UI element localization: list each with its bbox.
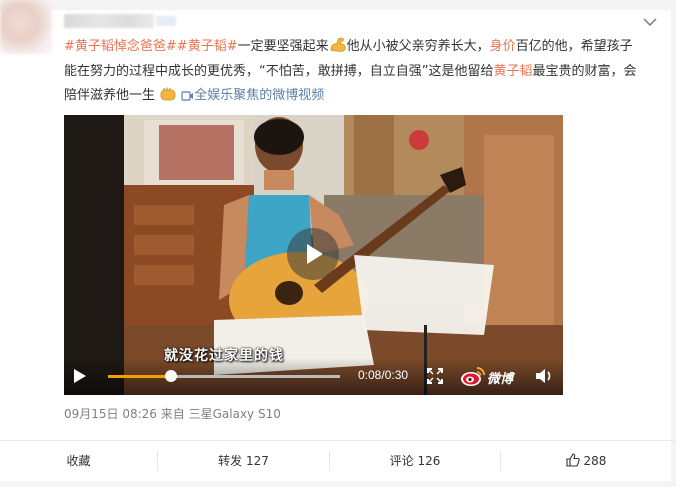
repost-button[interactable]: 转发 127 (158, 441, 329, 481)
play-icon[interactable] (74, 369, 86, 383)
video-player[interactable] (64, 115, 563, 395)
hashtag-link[interactable]: #黄子韬悼念爸爸# (64, 39, 177, 54)
bottom-divider (0, 481, 676, 487)
progress-bar[interactable] (108, 370, 340, 382)
progress-fill (108, 375, 171, 378)
video-source-link[interactable]: 全娱乐聚焦的微博视频 (181, 88, 324, 103)
play-icon (307, 244, 323, 264)
mention-link[interactable]: 黄子韬 (188, 39, 227, 54)
right-edge (671, 0, 676, 487)
video-link-icon (181, 91, 194, 101)
weibo-logo-icon (461, 367, 485, 386)
weibo-post-card: #黄子韬悼念爸爸##黄子韬#一定要坚强起来 他从小被父亲穷养长大，身价百亿的他，希… (0, 0, 676, 487)
weibo-watermark: 微博 (487, 372, 514, 387)
time-display: 0:08/0:30 (358, 368, 409, 382)
flexed-biceps-emoji (330, 37, 346, 52)
video-source-label[interactable]: 全娱乐聚焦的微博视频 (194, 88, 324, 103)
volume-icon[interactable] (534, 367, 554, 385)
fist-emoji (160, 87, 176, 101)
source-device: 三星Galaxy S10 (188, 407, 281, 421)
comment-count: 126 (417, 454, 441, 468)
post-text-segment: 他从小被父亲穷养长大， (346, 39, 490, 54)
thumbs-up-icon (566, 453, 580, 467)
hashtag-suffix[interactable]: # (227, 39, 238, 54)
like-button[interactable]: 288 (501, 441, 671, 481)
post-text-segment: 一定要坚强起来 (237, 39, 329, 54)
comment-label: 评论 (389, 454, 414, 468)
author-name[interactable] (64, 14, 154, 28)
keyword-link[interactable]: 身价 (490, 39, 516, 54)
video-controls: 0:08/0:30 微博 (64, 358, 563, 395)
repost-count: 127 (245, 454, 269, 468)
source-prefix: 来自 (160, 407, 185, 421)
favorite-button[interactable]: 收藏 (0, 441, 157, 481)
action-bar: 收藏 转发 127 评论 126 288 (0, 441, 676, 481)
fullscreen-icon[interactable] (426, 367, 444, 385)
progress-handle[interactable] (164, 370, 177, 382)
center-play-button[interactable] (287, 228, 339, 280)
post-timestamp[interactable]: 09月15日 08:26 (64, 407, 157, 421)
post-meta: 09月15日 08:26 来自 三星Galaxy S10 (64, 405, 281, 422)
favorite-label: 收藏 (66, 454, 91, 468)
like-count: 288 (583, 454, 607, 468)
top-divider (0, 0, 676, 10)
post-text: #黄子韬悼念爸爸##黄子韬#一定要坚强起来 他从小被父亲穷养长大，身价百亿的他，希… (64, 35, 644, 109)
comment-button[interactable]: 评论 126 (330, 441, 500, 481)
author-badge (156, 16, 176, 26)
mention-link-2[interactable]: 黄子韬 (493, 64, 532, 79)
hashtag-prefix[interactable]: # (177, 39, 188, 54)
repost-label: 转发 (218, 454, 243, 468)
chevron-down-icon[interactable] (641, 13, 659, 31)
avatar[interactable] (0, 0, 52, 54)
